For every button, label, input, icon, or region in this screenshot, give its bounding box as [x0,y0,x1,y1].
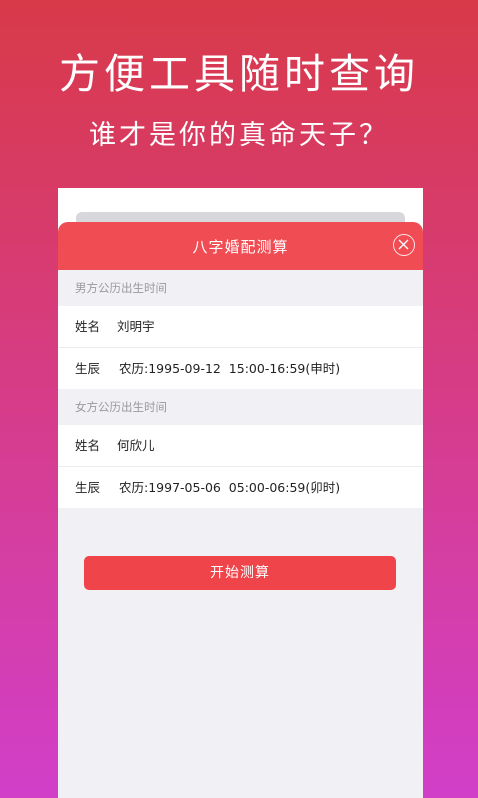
male-birth-row[interactable]: 生辰 农历:1995-09-12 15:00-16:59(申时) [58,348,423,389]
start-calculation-button[interactable]: 开始测算 [84,556,396,590]
female-birth-value: 农历:1997-05-06 05:00-06:59(卯时) [119,480,341,495]
female-section-title: 女方公历出生时间 [58,389,423,425]
male-name-label: 姓名 [75,319,101,334]
female-birth-label: 生辰 [75,480,101,495]
male-name-row[interactable]: 姓名 刘明宇 [58,306,423,348]
male-section-title: 男方公历出生时间 [58,270,423,306]
promo-subtitle: 谁才是你的真命天子？ [89,120,389,151]
female-name-value: 何欣儿 [117,438,155,453]
close-icon [398,239,409,250]
dialog-header: 八字婚配测算 [58,222,423,270]
female-birth-row[interactable]: 生辰 农历:1997-05-06 05:00-06:59(卯时) [58,467,423,508]
marriage-match-dialog: 八字婚配测算 男方公历出生时间 姓名 刘明宇 生辰 农历:1995-09-12 15… [58,222,423,798]
male-fields: 姓名 刘明宇 生辰 农历:1995-09-12 15:00-16:59(申时) [58,306,423,389]
male-birth-value: 农历:1995-09-12 15:00-16:59(申时) [119,361,341,376]
female-name-label: 姓名 [75,438,101,453]
dialog-title: 八字婚配测算 [192,238,289,256]
promo-title: 方便工具随时查询 [59,50,419,98]
female-fields: 姓名 何欣儿 生辰 农历:1997-05-06 05:00-06:59(卯时) [58,425,423,508]
male-birth-label: 生辰 [75,361,101,376]
close-button[interactable] [393,234,415,256]
male-name-value: 刘明宇 [117,319,155,334]
app-screen: 八字婚配测算 男方公历出生时间 姓名 刘明宇 生辰 农历:1995-09-12 15… [58,188,423,798]
female-name-row[interactable]: 姓名 何欣儿 [58,425,423,467]
